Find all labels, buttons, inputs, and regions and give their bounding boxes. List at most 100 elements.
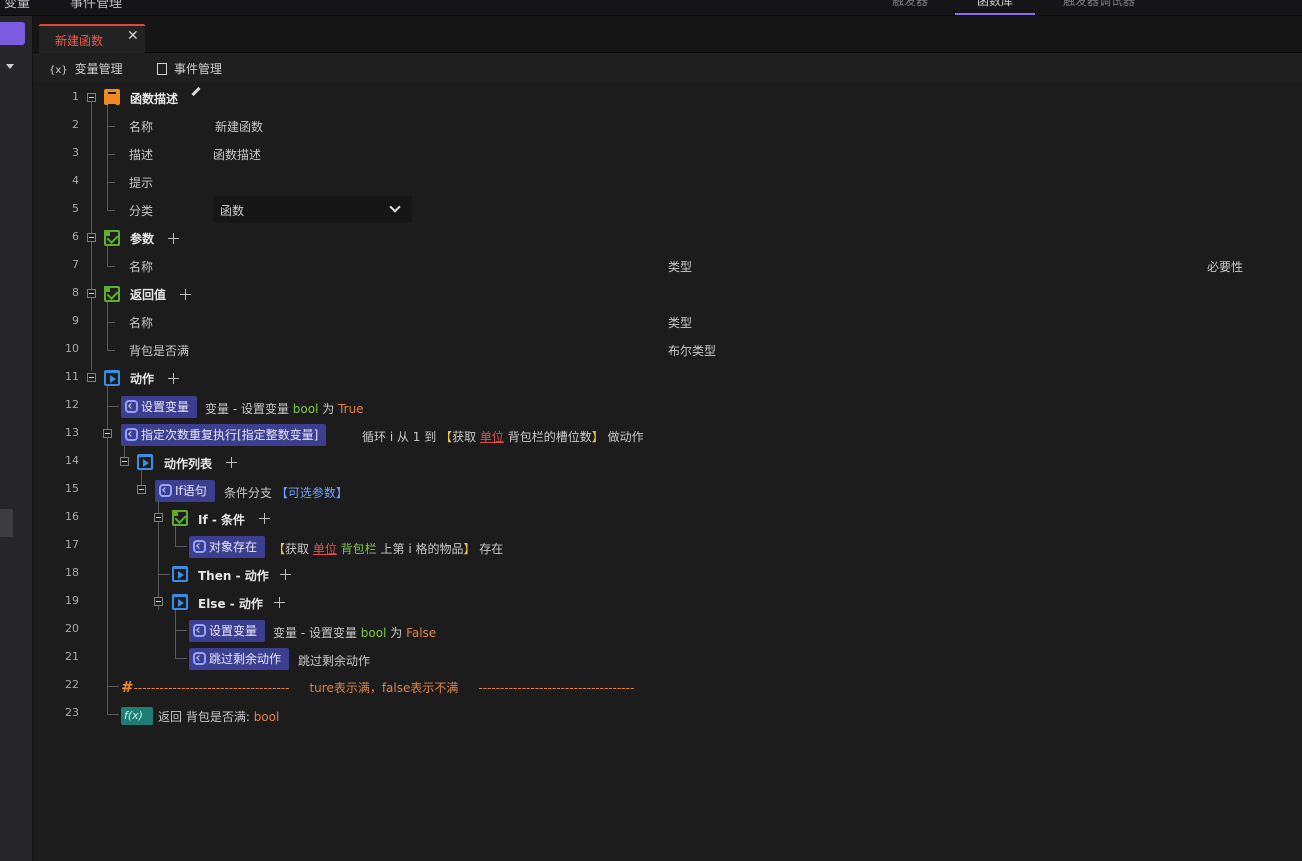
collapse-toggle[interactable]	[120, 457, 129, 466]
set-variable-block[interactable]: 设置变量	[121, 396, 198, 418]
tree-guide	[107, 714, 119, 715]
sidebar-scroll-handle[interactable]	[0, 509, 13, 537]
tree-guide	[107, 126, 115, 127]
return-statement[interactable]: 返回 背包是否满: bool	[158, 708, 279, 725]
tree-guide	[107, 350, 115, 351]
sidebar-active-item[interactable]	[0, 22, 25, 45]
action-icon	[137, 454, 153, 470]
tree-guide	[107, 182, 115, 183]
tree-guide	[107, 246, 108, 266]
collapse-toggle[interactable]	[154, 597, 163, 606]
checklist-icon	[104, 286, 120, 302]
set-variable-description[interactable]: 变量 - 设置变量 bool 为 True	[205, 400, 364, 417]
object-exists-description[interactable]: 【获取 单位 背包栏 上第 i 格的物品】 存在	[273, 540, 503, 557]
skip-remaining-description[interactable]: 跳过剩余动作	[298, 652, 370, 669]
line-number: 11	[65, 370, 79, 383]
add-action-button[interactable]	[226, 457, 237, 468]
field-label-description: 描述	[129, 148, 154, 162]
parameters-header: 参数	[130, 232, 155, 246]
block-icon	[159, 484, 172, 497]
line-number: 14	[65, 454, 79, 467]
set-variable-block[interactable]: 设置变量	[189, 620, 266, 642]
line-number: 5	[72, 202, 79, 215]
line-number: 17	[65, 538, 79, 551]
set-variable-description[interactable]: 变量 - 设置变量 bool 为 False	[273, 624, 436, 641]
add-condition-button[interactable]	[259, 513, 270, 524]
line-number: 8	[72, 286, 79, 299]
menu-variables[interactable]: 变量	[4, 0, 30, 11]
comment-line[interactable]: #------------------------------------ tur…	[121, 678, 634, 696]
tree-guide	[107, 154, 115, 155]
function-name-field[interactable]: 新建函数	[215, 118, 263, 135]
tab-new-function[interactable]: 新建函数 ✕	[39, 24, 145, 53]
line-number: 2	[72, 118, 79, 131]
add-return-value-button[interactable]	[180, 289, 191, 300]
tree-guide	[158, 574, 170, 575]
tree-guide	[107, 104, 108, 210]
line-number: 15	[65, 482, 79, 495]
checklist-icon	[104, 230, 120, 246]
chevron-down-icon[interactable]	[6, 64, 14, 69]
add-action-button[interactable]	[168, 373, 179, 384]
line-number: 6	[72, 230, 79, 243]
field-label-hint: 提示	[129, 176, 154, 190]
object-exists-block[interactable]: 对象存在	[189, 536, 266, 558]
document-tab-bar: 新建函数 ✕	[33, 16, 1302, 53]
tree-guide	[107, 686, 119, 687]
add-action-button[interactable]	[274, 597, 285, 608]
function-description-header: 函数描述	[130, 92, 179, 106]
collapse-toggle[interactable]	[154, 513, 163, 522]
top-tab-function-library[interactable]: 函数库	[977, 0, 1013, 9]
return-value-type[interactable]: 布尔类型	[668, 342, 716, 359]
close-icon[interactable]: ✕	[127, 28, 139, 44]
category-select[interactable]: 函数	[213, 196, 412, 223]
function-description-field[interactable]: 函数描述	[213, 146, 261, 163]
collapse-toggle[interactable]	[103, 429, 112, 438]
repeat-loop-description[interactable]: 循环 i 从 1 到 【获取 单位 背包栏的槽位数】 做动作	[362, 428, 644, 445]
tree-guide	[107, 266, 115, 267]
collapse-toggle[interactable]	[87, 93, 96, 102]
if-statement-block[interactable]: If语句	[155, 480, 215, 502]
tab-label: 新建函数	[55, 34, 104, 48]
add-action-button[interactable]	[280, 569, 291, 580]
function-editor-window: 变量 事件管理 触发器 函数库 触发器调试器 新建函数 ✕ {x} 变量管理 事件…	[0, 0, 1302, 861]
variable-icon: {x}	[49, 65, 68, 76]
collapse-toggle[interactable]	[87, 233, 96, 242]
collapse-toggle[interactable]	[87, 289, 96, 298]
menu-events[interactable]: 事件管理	[70, 0, 122, 11]
block-icon	[125, 400, 138, 413]
actions-header: 动作	[130, 372, 155, 386]
top-tab-triggers[interactable]: 触发器	[892, 0, 928, 9]
action-icon	[104, 370, 120, 386]
left-sidebar	[0, 16, 33, 861]
return-fx-icon: f(x)	[121, 707, 153, 725]
line-number: 18	[65, 566, 79, 579]
line-number: 23	[65, 706, 79, 719]
top-tab-trigger-debugger[interactable]: 触发器调试器	[1063, 0, 1135, 9]
line-number: 7	[72, 258, 79, 271]
return-value-name[interactable]: 背包是否满	[129, 342, 189, 359]
tree-guide	[175, 546, 187, 547]
skip-remaining-block[interactable]: 跳过剩余动作	[189, 648, 290, 670]
tree-guide	[107, 406, 119, 407]
if-statement-description[interactable]: 条件分支 【可选参数】	[224, 484, 348, 501]
repeat-loop-block[interactable]: 指定次数重复执行[指定整数变量]	[121, 424, 327, 446]
document-icon	[157, 63, 167, 75]
comment-hash-icon: #	[121, 678, 134, 696]
event-manager-button[interactable]: 事件管理	[157, 60, 222, 77]
add-parameter-button[interactable]	[168, 233, 179, 244]
top-menu-bar: 变量 事件管理 触发器 函数库 触发器调试器	[0, 0, 1302, 16]
tree-guide	[107, 322, 115, 323]
editor-toolbar: {x} 变量管理 事件管理	[33, 54, 1302, 82]
category-value: 函数	[220, 204, 245, 218]
collapse-toggle[interactable]	[137, 485, 146, 494]
if-condition-header: If - 条件	[198, 513, 246, 527]
line-number: 20	[65, 622, 79, 635]
block-icon	[193, 540, 206, 553]
action-icon	[172, 594, 188, 610]
tree-guide	[175, 630, 187, 631]
return-value-header: 返回值	[130, 288, 167, 302]
collapse-toggle[interactable]	[87, 373, 96, 382]
line-number: 4	[72, 174, 79, 187]
variable-manager-button[interactable]: {x} 变量管理	[49, 60, 123, 77]
